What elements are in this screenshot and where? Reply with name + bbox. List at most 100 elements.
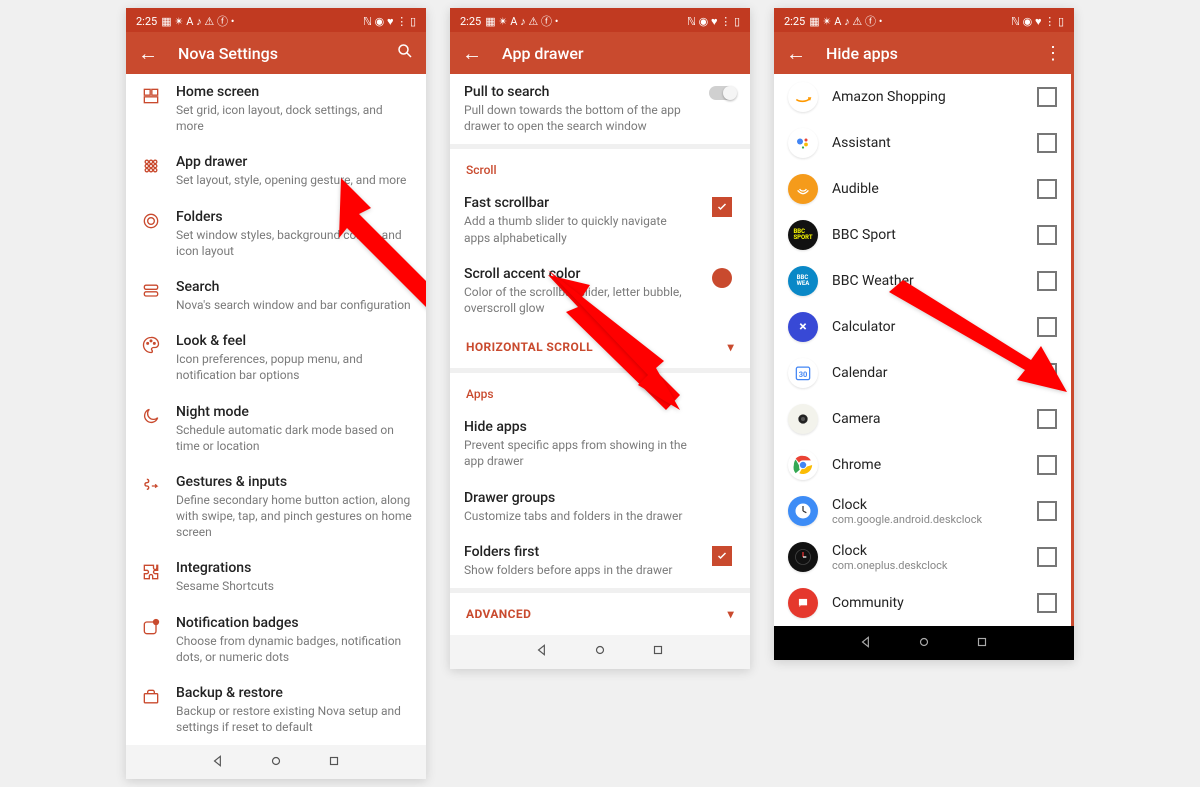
section-header-apps: Apps (450, 373, 750, 409)
settings-item-folders-first[interactable]: Folders first Show folders before apps i… (450, 534, 750, 588)
nav-back-icon[interactable] (535, 642, 549, 661)
back-icon[interactable]: ← (138, 41, 158, 66)
palette-icon (140, 333, 162, 355)
section-header-scroll: Scroll (450, 149, 750, 185)
app-list-item-bbc-weather[interactable]: BBCWEA BBC Weather (774, 258, 1071, 304)
app-name-label: Chrome (832, 457, 1023, 473)
app-list-item-clock[interactable]: Clock com.oneplus.deskclock (774, 534, 1071, 580)
app-package-label: com.oneplus.deskclock (832, 559, 1023, 572)
setting-title: Gestures & inputs (176, 474, 412, 490)
setting-title: Look & feel (176, 333, 412, 349)
status-bar: 2:25▦ ✴ A ♪ ⚠ ⓕ • ℕ ◉ ♥ ⋮ ▯ (126, 8, 426, 32)
settings-item-folders[interactable]: Folders Set window styles, background co… (126, 199, 426, 269)
settings-item-notification-badges[interactable]: Notification badges Choose from dynamic … (126, 605, 426, 675)
settings-item-backup-restore[interactable]: Backup & restore Backup or restore exist… (126, 675, 426, 745)
app-name-label: Clock (832, 543, 1023, 559)
settings-item-gestures-inputs[interactable]: Gestures & inputs Define secondary home … (126, 464, 426, 551)
overflow-menu-icon[interactable]: ⋮ (1044, 43, 1062, 64)
nav-back-icon[interactable] (859, 634, 873, 653)
navigation-bar (126, 745, 426, 779)
setting-subtitle: Show folders before apps in the drawer (464, 562, 694, 578)
setting-subtitle: Icon preferences, popup menu, and notifi… (176, 351, 412, 383)
app-list-item-community[interactable]: Community (774, 580, 1071, 626)
nav-back-icon[interactable] (211, 753, 225, 772)
app-list-item-bbc-sport[interactable]: BBCSPORT BBC Sport (774, 212, 1071, 258)
app-list-item-amazon-shopping[interactable]: Amazon Shopping (774, 74, 1071, 120)
app-bar: ← Nova Settings (126, 32, 426, 74)
app-name-label: Calendar (832, 365, 1023, 381)
setting-title: Home screen (176, 84, 412, 100)
settings-item-look-feel[interactable]: Look & feel Icon preferences, popup menu… (126, 323, 426, 393)
setting-title: Search (176, 279, 412, 295)
back-icon[interactable]: ← (786, 41, 806, 66)
checkbox-unchecked[interactable] (1037, 87, 1057, 107)
setting-title: App drawer (176, 154, 412, 170)
settings-item-fast-scrollbar[interactable]: Fast scrollbar Add a thumb slider to qui… (450, 185, 750, 255)
checkbox-unchecked[interactable] (1037, 179, 1057, 199)
setting-title: Drawer groups (464, 490, 694, 506)
setting-title: Backup & restore (176, 685, 412, 701)
app-list-item-camera[interactable]: Camera (774, 396, 1071, 442)
checkbox-unchecked[interactable] (1037, 593, 1057, 613)
checkbox-checked[interactable] (712, 546, 732, 566)
expandable-horizontal-scroll[interactable]: HORIZONTAL SCROLL▾ (450, 326, 750, 368)
color-swatch[interactable] (712, 268, 732, 288)
checkbox-unchecked[interactable] (1037, 501, 1057, 521)
settings-item-search[interactable]: Search Nova's search window and bar conf… (126, 269, 426, 323)
app-name-label: Amazon Shopping (832, 89, 1023, 105)
page-title: Nova Settings (178, 44, 396, 63)
setting-title: Night mode (176, 404, 412, 420)
settings-item-home-screen[interactable]: Home screen Set grid, icon layout, dock … (126, 74, 426, 144)
app-name-label: Camera (832, 411, 1023, 427)
settings-item-night-mode[interactable]: Night mode Schedule automatic dark mode … (126, 394, 426, 464)
nav-home-icon[interactable] (917, 634, 931, 653)
setting-subtitle: Sesame Shortcuts (176, 578, 412, 594)
app-list-item-audible[interactable]: Audible (774, 166, 1071, 212)
nav-recents-icon[interactable] (651, 642, 665, 661)
checkbox-unchecked[interactable] (1037, 317, 1057, 337)
app-list-item-clock[interactable]: Clock com.google.android.deskclock (774, 488, 1071, 534)
svg-text:30: 30 (799, 370, 808, 379)
nav-recents-icon[interactable] (327, 753, 341, 772)
setting-subtitle: Schedule automatic dark mode based on ti… (176, 422, 412, 454)
app-icon: 30 (788, 358, 818, 388)
settings-item-hide-apps[interactable]: Hide apps Prevent specific apps from sho… (450, 409, 750, 479)
hide-apps-list: Amazon Shopping Assistant Audible BBCSPO… (774, 74, 1074, 626)
app-list-item-calculator[interactable]: × Calculator (774, 304, 1071, 350)
checkbox-checked[interactable] (712, 197, 732, 217)
app-list-item-calendar[interactable]: 30 Calendar (774, 350, 1071, 396)
settings-item-integrations[interactable]: Integrations Sesame Shortcuts (126, 550, 426, 604)
toggle-switch[interactable] (709, 86, 735, 100)
app-list-item-assistant[interactable]: Assistant (774, 120, 1071, 166)
settings-item-drawer-groups[interactable]: Drawer groups Customize tabs and folders… (450, 480, 750, 534)
settings-item-app-drawer[interactable]: App drawer Set layout, style, opening ge… (126, 144, 426, 198)
search-icon[interactable] (396, 42, 414, 65)
app-list-item-chrome[interactable]: Chrome (774, 442, 1071, 488)
setting-subtitle: Add a thumb slider to quickly navigate a… (464, 213, 694, 245)
nav-home-icon[interactable] (593, 642, 607, 661)
nav-recents-icon[interactable] (975, 634, 989, 653)
checkbox-unchecked[interactable] (1037, 455, 1057, 475)
setting-subtitle: Set window styles, background colors, an… (176, 227, 412, 259)
setting-subtitle: Color of the scrollbar slider, letter bu… (464, 284, 694, 316)
setting-title: Folders (176, 209, 412, 225)
chevron-down-icon: ▾ (728, 340, 734, 354)
settings-item-pull-to-search[interactable]: Pull to search Pull down towards the bot… (450, 74, 750, 144)
checkbox-unchecked[interactable] (1037, 409, 1057, 429)
settings-item-scroll-accent-color[interactable]: Scroll accent color Color of the scrollb… (450, 256, 750, 326)
checkbox-unchecked[interactable] (1037, 547, 1057, 567)
back-icon[interactable]: ← (462, 41, 482, 66)
setting-subtitle: Prevent specific apps from showing in th… (464, 437, 694, 469)
app-name-label: Calculator (832, 319, 1023, 335)
setting-subtitle: Choose from dynamic badges, notification… (176, 633, 412, 665)
expandable-advanced[interactable]: ADVANCED▾ (450, 593, 750, 635)
checkbox-unchecked[interactable] (1037, 363, 1057, 383)
page-title: Hide apps (826, 44, 1044, 63)
checkbox-unchecked[interactable] (1037, 271, 1057, 291)
gesture-icon (140, 474, 162, 496)
checkbox-unchecked[interactable] (1037, 225, 1057, 245)
nav-home-icon[interactable] (269, 753, 283, 772)
app-bar: ← Hide apps ⋮ (774, 32, 1074, 74)
drawer-icon (140, 154, 162, 176)
checkbox-unchecked[interactable] (1037, 133, 1057, 153)
